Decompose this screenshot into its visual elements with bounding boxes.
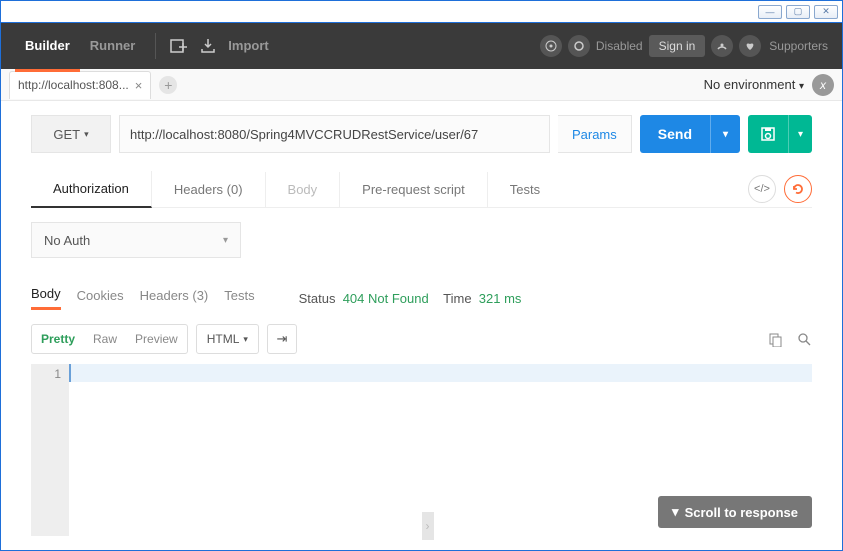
import-icon[interactable] [196,34,220,58]
send-button-group: Send ▾ [640,115,740,153]
supporters-label: Supporters [769,39,828,53]
add-tab-button[interactable]: + [159,76,177,94]
sync-status: Disabled [596,39,643,53]
view-preview[interactable]: Preview [126,332,187,346]
format-selector[interactable]: HTML▾ [196,324,259,354]
url-input[interactable] [119,115,550,153]
close-window-button[interactable]: ✕ [814,5,838,19]
resp-tab-cookies[interactable]: Cookies [77,288,124,309]
divider [155,33,156,59]
tab-tests[interactable]: Tests [488,172,562,207]
sync-icon[interactable] [568,35,590,57]
params-button[interactable]: Params [558,115,632,153]
resp-tab-tests[interactable]: Tests [224,288,254,309]
wrap-lines-icon[interactable]: ⇥ [267,324,297,354]
tab-prerequest[interactable]: Pre-request script [340,172,488,207]
maximize-button[interactable]: ▢ [786,5,810,19]
view-controls: Pretty Raw Preview HTML▾ ⇥ [31,324,812,354]
resize-handle-icon[interactable]: › [422,512,434,540]
heart-icon[interactable] [739,35,761,57]
method-selector[interactable]: GET▾ [31,115,111,153]
resp-tab-headers[interactable]: Headers (3) [140,288,209,309]
minimize-button[interactable]: — [758,5,782,19]
env-quicklook-icon[interactable]: x [812,74,834,96]
view-raw[interactable]: Raw [84,332,126,346]
nav-builder[interactable]: Builder [15,23,80,72]
chevron-down-icon: ▾ [672,504,679,520]
tab-row: http://localhost:808... × + No environme… [1,69,842,101]
signin-button[interactable]: Sign in [649,35,706,57]
nav-runner[interactable]: Runner [80,23,146,69]
send-dropdown[interactable]: ▾ [710,115,740,153]
import-label[interactable]: Import [226,23,278,69]
tab-authorization[interactable]: Authorization [31,171,152,208]
window-titlebar: — ▢ ✕ [1,1,842,23]
interceptor-icon[interactable] [540,35,562,57]
view-pretty[interactable]: Pretty [32,332,84,346]
save-button[interactable] [748,115,788,153]
scroll-to-response-button[interactable]: ▾ Scroll to response [658,496,812,528]
resp-tab-body[interactable]: Body [31,286,61,310]
search-icon[interactable] [797,332,812,347]
line-gutter: 1 [31,364,69,536]
reset-icon[interactable] [784,175,812,203]
main-content: GET▾ Params Send ▾ ▾ Authorization Heade… [1,101,842,550]
view-mode-group: Pretty Raw Preview [31,324,188,354]
auth-type-selector[interactable]: No Auth▾ [31,222,241,258]
request-tabs: Authorization Headers (0) Body Pre-reque… [31,171,812,208]
app-topbar: Builder Runner Import Disabled Sign in [1,23,842,69]
new-tab-icon[interactable] [166,34,190,58]
tab-title: http://localhost:808... [18,78,129,92]
tab-body[interactable]: Body [266,172,341,207]
environment-selector[interactable]: No environment ▾ [704,77,804,92]
tab-headers[interactable]: Headers (0) [152,172,266,207]
request-tab[interactable]: http://localhost:808... × [9,71,151,99]
save-dropdown[interactable]: ▾ [788,115,812,153]
code-snippet-icon[interactable]: </> [748,175,776,203]
send-button[interactable]: Send [640,115,710,153]
copy-icon[interactable] [768,332,783,347]
status-info: Status 404 Not Found Time 321 ms [299,291,522,306]
settings-icon[interactable] [711,35,733,57]
response-tabs: Body Cookies Headers (3) Tests Status 40… [31,286,812,310]
save-button-group: ▾ [748,115,812,153]
close-tab-icon[interactable]: × [135,78,143,93]
request-row: GET▾ Params Send ▾ ▾ [31,115,812,153]
